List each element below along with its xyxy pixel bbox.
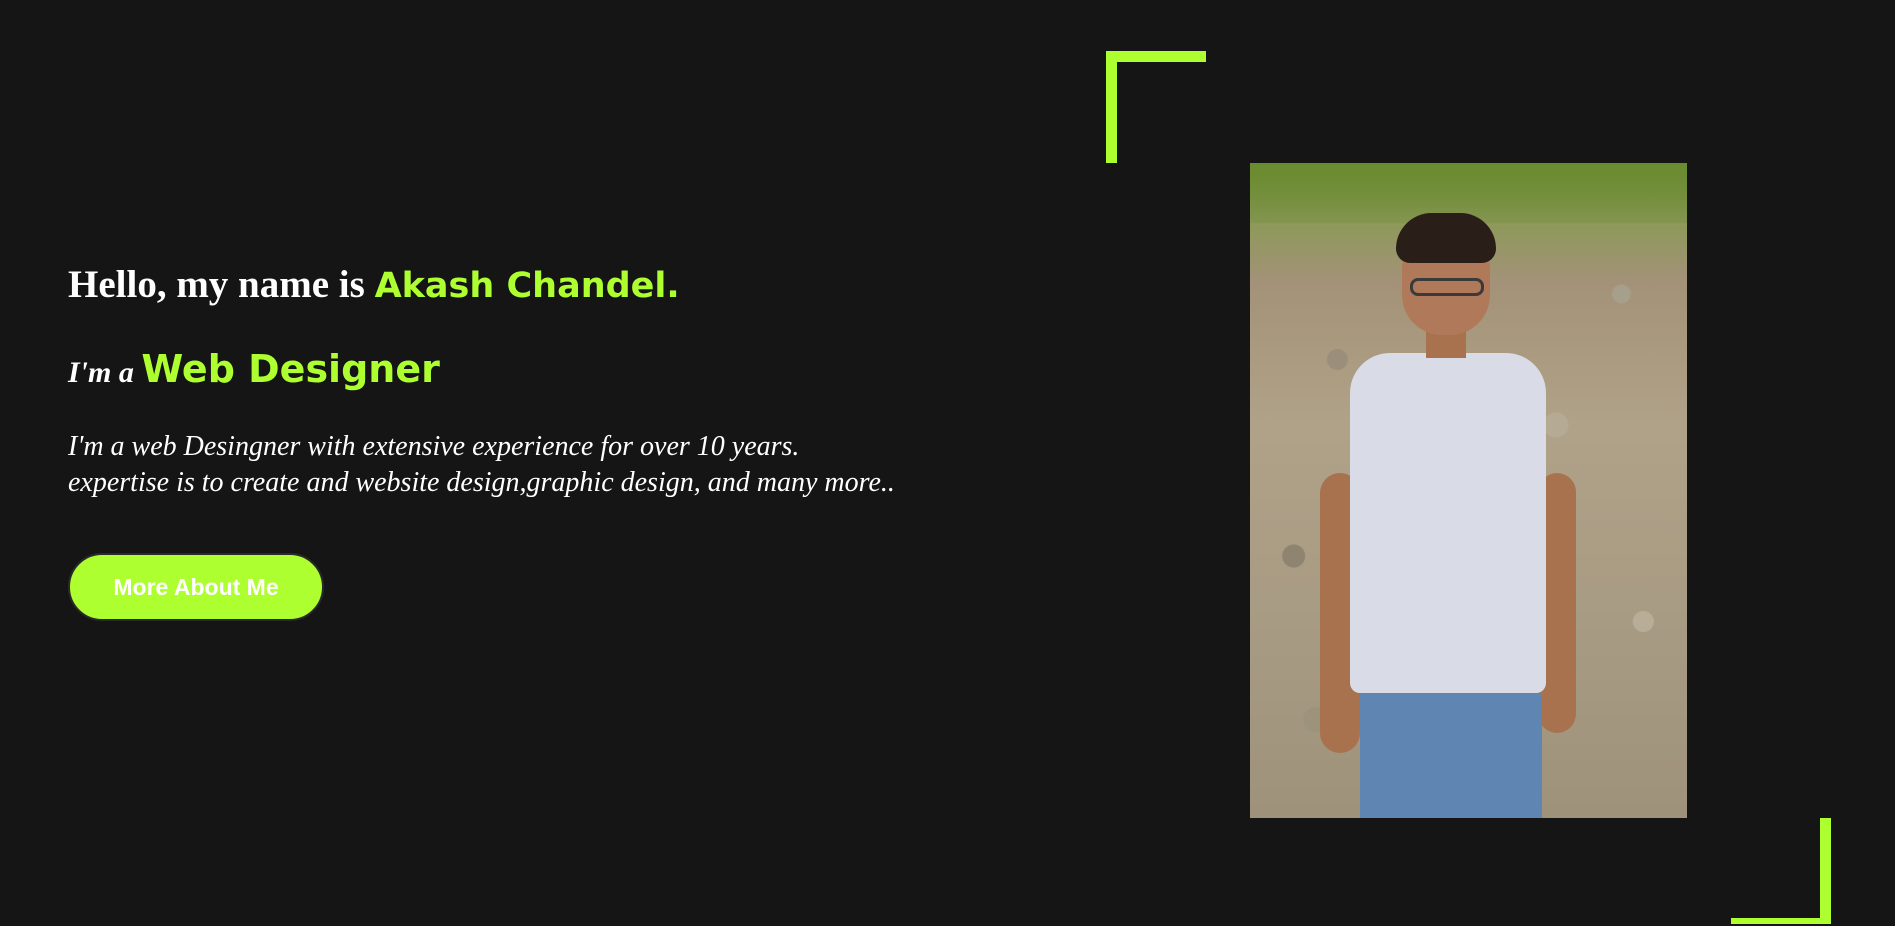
profile-photo <box>1250 163 1687 818</box>
bio-line-2: expertise is to create and website desig… <box>68 467 895 498</box>
bio-text: I'm a web Desingner with extensive exper… <box>68 429 1068 501</box>
role-prefix: I'm a <box>68 356 134 389</box>
hero-section: Hello, my name is Akash Chandel. I'm a W… <box>68 262 1068 501</box>
bio-line-1: I'm a web Desingner with extensive exper… <box>68 431 800 462</box>
corner-bracket-bottom-right <box>1731 818 1831 924</box>
photo-person-glasses <box>1410 278 1484 296</box>
photo-person-hair <box>1396 213 1496 263</box>
corner-bracket-top-left <box>1106 51 1206 163</box>
hero-name: Akash Chandel. <box>374 266 680 306</box>
photo-person-shirt <box>1350 353 1546 693</box>
role-title: Web Designer <box>141 347 440 391</box>
greeting-heading: Hello, my name is Akash Chandel. <box>68 262 1068 309</box>
more-about-me-button[interactable]: More About Me <box>68 553 324 621</box>
greeting-prefix: Hello, my name is <box>68 263 365 306</box>
role-heading: I'm a Web Designer <box>68 345 1068 397</box>
photo-person-jeans <box>1360 693 1542 818</box>
